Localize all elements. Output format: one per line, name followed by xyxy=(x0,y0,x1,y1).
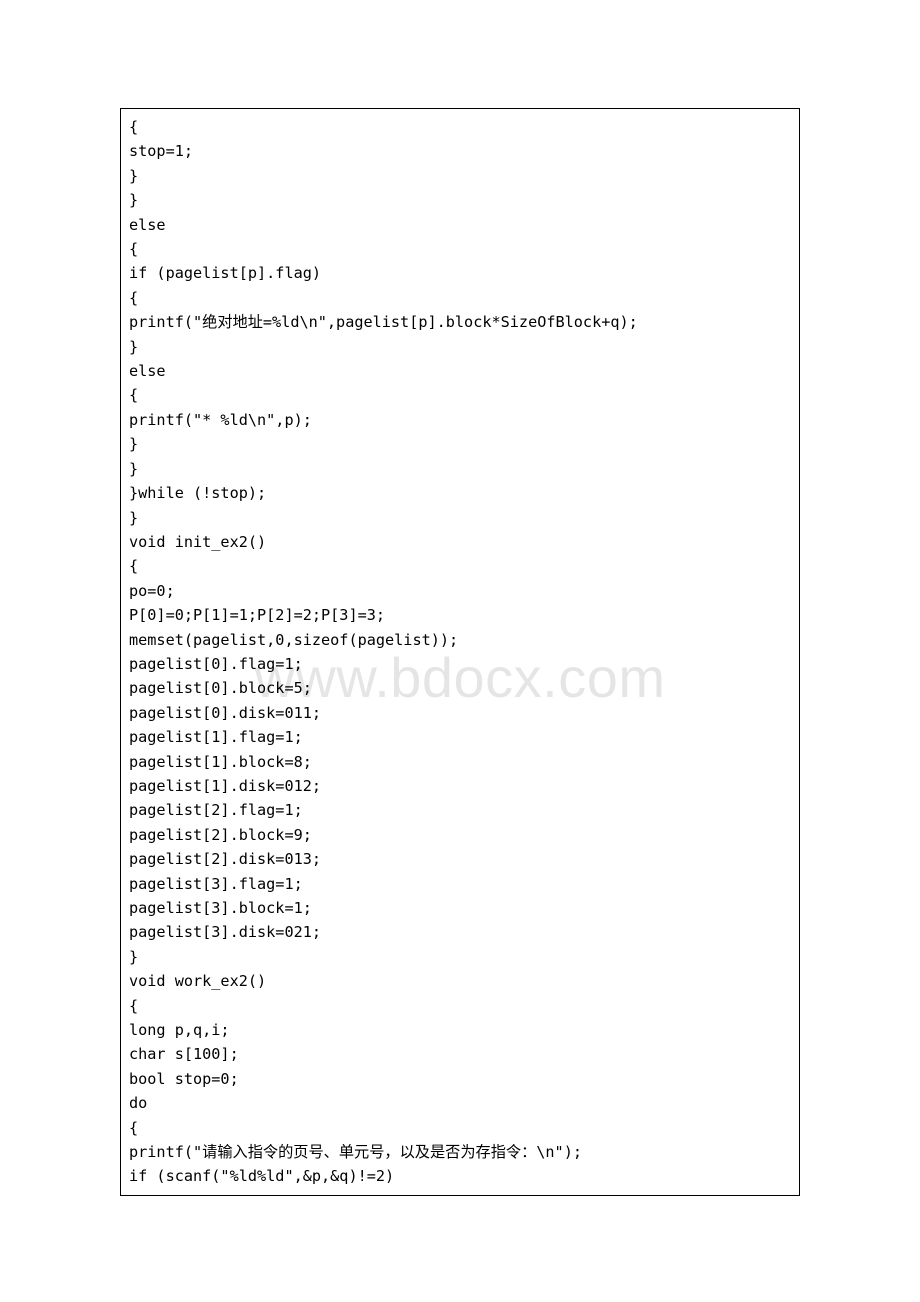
code-line: pagelist[3].disk=021; xyxy=(129,920,791,944)
code-line: pagelist[3].flag=1; xyxy=(129,872,791,896)
code-line: { xyxy=(129,994,791,1018)
code-line: } xyxy=(129,945,791,969)
code-line: } xyxy=(129,335,791,359)
code-line: char s[100]; xyxy=(129,1042,791,1066)
code-line: pagelist[1].block=8; xyxy=(129,750,791,774)
code-line: printf("绝对地址=%ld\n",pagelist[p].block*Si… xyxy=(129,310,791,334)
code-line: if (scanf("%ld%ld",&p,&q)!=2) xyxy=(129,1164,791,1188)
code-line: else xyxy=(129,359,791,383)
code-line: } xyxy=(129,506,791,530)
document-page: www.bdocx.com {stop=1;}}else{if (pagelis… xyxy=(0,0,920,1302)
code-line: } xyxy=(129,457,791,481)
code-line: { xyxy=(129,383,791,407)
code-line: printf("* %ld\n",p); xyxy=(129,408,791,432)
code-line: { xyxy=(129,1116,791,1140)
code-container: {stop=1;}}else{if (pagelist[p].flag){pri… xyxy=(129,115,791,1189)
code-line: { xyxy=(129,115,791,139)
code-line: bool stop=0; xyxy=(129,1067,791,1091)
code-line: if (pagelist[p].flag) xyxy=(129,261,791,285)
code-line: pagelist[2].disk=013; xyxy=(129,847,791,871)
code-line: po=0; xyxy=(129,579,791,603)
code-line: { xyxy=(129,554,791,578)
code-line: else xyxy=(129,213,791,237)
code-line: void work_ex2() xyxy=(129,969,791,993)
code-line: P[0]=0;P[1]=1;P[2]=2;P[3]=3; xyxy=(129,603,791,627)
code-line: void init_ex2() xyxy=(129,530,791,554)
code-line: pagelist[1].disk=012; xyxy=(129,774,791,798)
code-line: pagelist[1].flag=1; xyxy=(129,725,791,749)
code-line: pagelist[3].block=1; xyxy=(129,896,791,920)
code-line: pagelist[0].disk=011; xyxy=(129,701,791,725)
code-line: memset(pagelist,0,sizeof(pagelist)); xyxy=(129,628,791,652)
code-line: pagelist[0].block=5; xyxy=(129,676,791,700)
code-line: } xyxy=(129,188,791,212)
code-line: pagelist[2].flag=1; xyxy=(129,798,791,822)
code-line: stop=1; xyxy=(129,139,791,163)
code-line: }while (!stop); xyxy=(129,481,791,505)
code-line: pagelist[0].flag=1; xyxy=(129,652,791,676)
code-line: { xyxy=(129,237,791,261)
code-line: } xyxy=(129,164,791,188)
code-line: { xyxy=(129,286,791,310)
code-line: } xyxy=(129,432,791,456)
code-line: do xyxy=(129,1091,791,1115)
code-line: long p,q,i; xyxy=(129,1018,791,1042)
code-line: printf("请输入指令的页号、单元号，以及是否为存指令：\n"); xyxy=(129,1140,791,1164)
code-box: {stop=1;}}else{if (pagelist[p].flag){pri… xyxy=(120,108,800,1196)
code-line: pagelist[2].block=9; xyxy=(129,823,791,847)
